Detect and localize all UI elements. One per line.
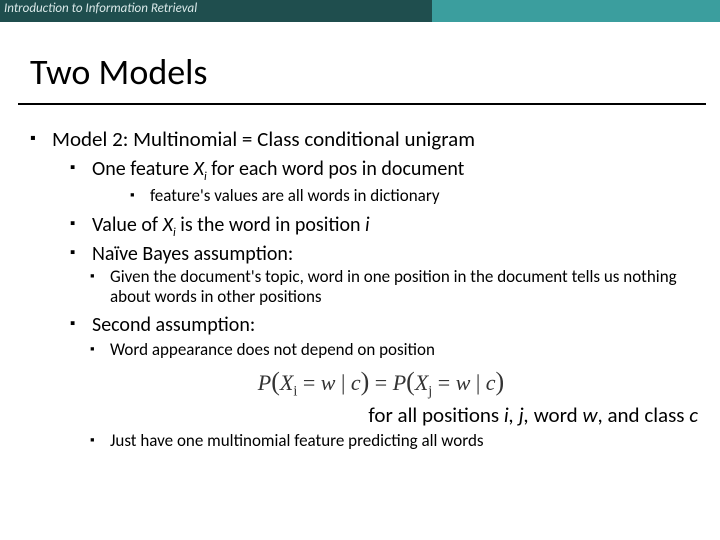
eq-eqw1: =	[297, 370, 320, 395]
b2a-var: X	[194, 157, 204, 181]
equation: P(Xi = w | c) = P(Xj = w | c)	[52, 366, 710, 401]
bullet-l3-just-one: Just have one multinomial feature predic…	[52, 431, 710, 451]
eq-X1: X	[280, 370, 293, 395]
bullet-l3-position: Word appearance does not depend on posit…	[52, 340, 710, 360]
bullet-l1-model2-text: Model 2: Multinomial = Class conditional…	[52, 126, 475, 152]
eq-c1: c	[351, 370, 361, 395]
bullet-l2-nb: Naïve Bayes assumption:	[52, 242, 710, 266]
forall-mid2: , and class	[597, 402, 689, 428]
eq-w1: w	[321, 370, 336, 395]
b2a-pre: One feature	[92, 157, 194, 181]
eq-P2: P	[393, 370, 406, 395]
content: Model 2: Multinomial = Class conditional…	[30, 127, 710, 451]
bullet-l2-value: Value of Xi is the word in position i	[52, 213, 710, 241]
b2a-post: for each word pos in document	[207, 157, 465, 181]
eq-P1: P	[258, 370, 271, 395]
eq-lp2: (	[406, 367, 415, 396]
forall-w: w	[582, 402, 597, 428]
forall-line: for all positions i, j, word w, and clas…	[52, 403, 710, 429]
bullet-l1-model2: Model 2: Multinomial = Class conditional…	[30, 127, 710, 451]
bullet-l3-nb-detail: Given the document's topic, word in one …	[52, 267, 710, 308]
b2b-var: X	[163, 213, 173, 237]
b2b-pos: i	[365, 213, 370, 237]
forall-pre: for all positions	[368, 402, 503, 428]
eq-rp1: )	[361, 367, 370, 396]
b2b-pre: Value of	[92, 213, 163, 237]
eq-X2: X	[415, 370, 428, 395]
forall-ij: i, j,	[504, 402, 529, 428]
forall-c: c	[689, 402, 698, 428]
bullet-l3-dictvalues: feature's values are all words in dictio…	[92, 186, 710, 206]
title-underline	[18, 103, 706, 105]
header-bar: Introduction to Information Retrieval	[0, 0, 720, 22]
eq-bar2: |	[470, 370, 485, 395]
bullet-l2-second: Second assumption:	[52, 313, 710, 337]
eq-rp2: )	[496, 367, 505, 396]
header-right-bg	[432, 0, 720, 22]
forall-mid: word	[529, 402, 582, 428]
eq-c2: c	[486, 370, 496, 395]
bullet-l2-feature: One feature Xi for each word pos in docu…	[52, 157, 710, 207]
eq-eqw2: =	[432, 370, 455, 395]
b2b-mid: is the word in position	[176, 213, 365, 237]
slide-title: Two Models	[30, 50, 720, 97]
eq-bar1: |	[335, 370, 350, 395]
eq-lp1: (	[271, 367, 280, 396]
eq-w2: w	[456, 370, 471, 395]
header-title: Introduction to Information Retrieval	[4, 1, 197, 16]
eq-eqsign: =	[369, 370, 392, 395]
